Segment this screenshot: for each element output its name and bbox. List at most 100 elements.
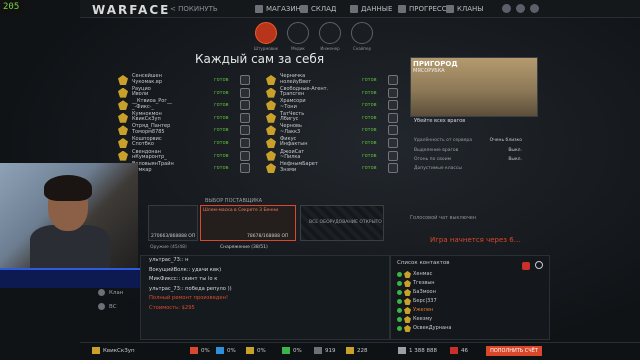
game-logo: WARFACE [92, 3, 171, 17]
supplier-progress: 78678/168888 ОП [247, 234, 289, 239]
player-class-icon [388, 75, 398, 85]
notifications-icon[interactable] [502, 4, 511, 13]
player-row[interactable]: Кошпорвис Спотбко готов [118, 136, 266, 150]
ready-status: готов [214, 152, 229, 159]
rank-icon [266, 137, 276, 148]
online-status-icon [397, 317, 402, 322]
contact-item[interactable]: БаЗмоон [391, 288, 549, 297]
class-sniper-icon[interactable] [351, 22, 373, 44]
stat-boost-2: 0% [216, 347, 236, 356]
webcam-overlay-image [0, 163, 138, 268]
player-row[interactable]: Храмсори ~Тони готов [266, 98, 414, 112]
progress-icon [398, 5, 406, 13]
supplier-card-all-equipment[interactable]: ВСЕ ОБОРУДОВАНИЕ ОТКРЫТО [300, 205, 384, 241]
shop-icon [255, 5, 263, 13]
settings-gear-icon[interactable] [516, 4, 525, 13]
class-label: Инженер [320, 46, 340, 51]
player-row[interactable]: Черничка нолейуВвет готов [266, 73, 414, 87]
player-row[interactable]: __Ктвиоа_Рог__ _-Фикс-_ готов [118, 98, 266, 112]
class-rifleman-icon[interactable] [255, 22, 277, 44]
nav-clans[interactable]: КЛАНЫ [446, 4, 483, 15]
rank-icon [266, 100, 276, 111]
rank-icon [404, 307, 411, 314]
supplier-item-name: ВСЕ ОБОРУДОВАНИЕ ОТКРЫТО [309, 220, 382, 225]
class-label: Медик [291, 46, 305, 51]
class-medic-icon[interactable] [287, 22, 309, 44]
supply-header: ВЫБОР ПОСТАВЩИКА [205, 198, 263, 204]
player-class-icon [240, 125, 250, 136]
nav-progress[interactable]: ПРОГРЕСС [398, 4, 447, 15]
search-icon[interactable] [535, 261, 543, 269]
setting-row: Огонь по своим Выкл. [414, 157, 522, 162]
rank-icon [404, 289, 411, 296]
nav-shop[interactable]: МАГАЗИН [255, 4, 301, 15]
top-up-button[interactable]: ПОПОЛНИТЬ СЧЁТ [486, 346, 542, 356]
ready-status: готов [362, 89, 377, 96]
sidebar-item-clan[interactable]: Клан [98, 289, 138, 303]
rank-icon [404, 316, 411, 323]
contact-item[interactable]: ОсвекДурнана [391, 324, 549, 333]
player-row[interactable]: ВаловыянТрайн Кумкар готов [118, 161, 266, 175]
player-name: Сенсейшен Чукомак.вр [132, 73, 163, 85]
ready-status: готов [362, 165, 377, 172]
player-name: Рауцио Иволи [132, 85, 151, 98]
player-name: Кумнокмон КвикСкЗуп [132, 110, 162, 123]
contact-name: Кеезму [413, 316, 433, 322]
rank-icon [118, 125, 128, 136]
left-sidebar: Клан ВС [98, 289, 138, 349]
nav-data[interactable]: ДАННЫЕ [350, 4, 392, 15]
chat-message: ВокущийВолк:: удачи квк) [149, 266, 222, 273]
rank-icon [404, 298, 411, 305]
player-name: __Ктвиоа_Рог__ _-Фикс-_ [132, 98, 172, 110]
stream-overlay-bar [0, 268, 140, 288]
map-name: ПРИГОРОД [413, 60, 458, 68]
rank-icon [118, 75, 128, 85]
class-engineer-icon[interactable] [319, 22, 341, 44]
contact-item[interactable]: Хенмас [391, 270, 549, 279]
online-status-icon [397, 281, 402, 286]
player-class-icon [240, 137, 250, 148]
supplier-card-weapon[interactable]: 270663/868888 ОП [148, 205, 198, 241]
online-status-icon [397, 326, 402, 331]
ready-status: готов [214, 165, 229, 172]
chat-panel[interactable]: ультрас_73:: н ВокущийВолк:: удачи квк) Ми… [140, 255, 390, 340]
sidebar-item-vs[interactable]: ВС [98, 303, 138, 317]
ready-status: готов [362, 102, 377, 109]
streamer-body [30, 225, 110, 268]
player-class-icon [388, 125, 398, 136]
contact-item[interactable]: Ужелен [391, 306, 549, 315]
rank-icon [266, 150, 276, 161]
heart-icon [314, 347, 322, 354]
leave-button[interactable]: < ПОКИНУТЬ [170, 5, 218, 13]
fullscreen-icon[interactable] [530, 4, 539, 13]
crown-currency-icon [450, 347, 458, 354]
supplier-progress: 270663/868888 ОП [151, 234, 196, 239]
add-contact-icon[interactable] [522, 262, 530, 270]
player-row[interactable]: Фикус Инфактын готов [266, 136, 414, 150]
class-label: Снайпер [352, 46, 372, 51]
rank-icon [266, 75, 276, 85]
player-class-icon [388, 137, 398, 148]
boost-vp-icon [246, 347, 254, 354]
rank-icon [266, 87, 276, 98]
supplier-card-helmet[interactable]: Шлем-маска в Секрете 3 Бенни 78678/168888… [200, 205, 296, 241]
player-class-icon [240, 75, 250, 85]
player-row[interactable]: Сенсейшен Чукомак.вр готов [118, 73, 266, 87]
voice-chat-status: Голосовой чат выключен [410, 215, 477, 221]
nav-inventory[interactable]: СКЛАД [300, 4, 336, 15]
rank-icon [266, 125, 276, 136]
ready-status: готов [362, 114, 377, 121]
player-name: КвикСкЗуп [92, 347, 135, 356]
map-mode: МЯСОРУБКА [413, 68, 445, 74]
contact-item[interactable]: Тгезвын [391, 279, 549, 288]
contact-item[interactable]: Кеезму [391, 315, 549, 324]
class-label: Штурмовик [253, 46, 279, 51]
contact-item[interactable]: Берс|337 [391, 297, 549, 306]
boost-money-icon [216, 347, 224, 354]
online-status-icon [397, 308, 402, 313]
boost-icon [282, 347, 290, 354]
equipment-count: Снаряжение (38/51) [220, 245, 268, 250]
player-class-icon [240, 87, 250, 98]
player-row[interactable]: НефнымБарет Знзми готов [266, 161, 414, 175]
contact-name: Тгезвын [413, 280, 435, 286]
